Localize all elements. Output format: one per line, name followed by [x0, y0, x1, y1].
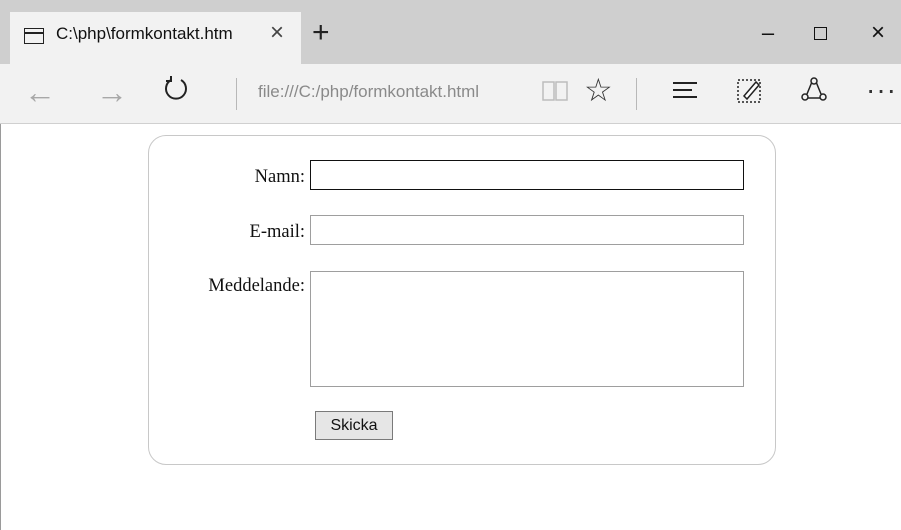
share-icon[interactable]	[800, 76, 828, 109]
maximize-icon	[813, 27, 827, 40]
toolbar-separator	[236, 78, 237, 110]
name-input[interactable]	[310, 160, 744, 190]
submit-button[interactable]: Skicka	[315, 411, 393, 440]
more-icon[interactable]: ···	[866, 72, 897, 108]
browser-toolbar: ← → file:///C:/php/formkontakt.html ☆ ··…	[0, 64, 901, 124]
toolbar-separator	[636, 78, 637, 110]
close-window-button[interactable]: ×	[858, 18, 898, 48]
close-tab-icon[interactable]: ×	[270, 21, 284, 45]
hub-icon[interactable]	[672, 80, 698, 105]
browser-window: C:\php\formkontakt.htm × + – × ← → file:…	[0, 0, 901, 530]
tab-title: C:\php\formkontakt.htm	[56, 24, 233, 43]
arrow-left-icon[interactable]: ←	[24, 74, 56, 110]
new-tab-plus-icon[interactable]: +	[312, 18, 330, 48]
refresh-icon[interactable]	[162, 74, 190, 102]
book-icon[interactable]	[542, 80, 568, 107]
arrow-right-icon[interactable]: →	[96, 74, 128, 110]
name-label: Namn:	[254, 167, 305, 187]
address-bar[interactable]: file:///C:/php/formkontakt.html	[258, 82, 479, 102]
page-content: Namn: E-mail: Meddelande: Skicka	[1, 125, 901, 530]
email-label: E-mail:	[249, 222, 305, 242]
star-icon[interactable]: ☆	[584, 72, 613, 108]
browser-tab[interactable]: C:\php\formkontakt.htm ×	[10, 12, 301, 64]
page-icon	[24, 28, 44, 44]
tab-bar: C:\php\formkontakt.htm × + – ×	[0, 0, 901, 64]
contact-form: Namn: E-mail: Meddelande: Skicka	[148, 135, 776, 465]
message-label: Meddelande:	[208, 276, 305, 296]
maximize-button[interactable]	[800, 18, 840, 48]
message-textarea[interactable]	[310, 271, 744, 387]
email-input[interactable]	[310, 215, 744, 245]
minimize-button[interactable]: –	[748, 18, 788, 48]
pen-note-icon[interactable]	[736, 76, 764, 109]
